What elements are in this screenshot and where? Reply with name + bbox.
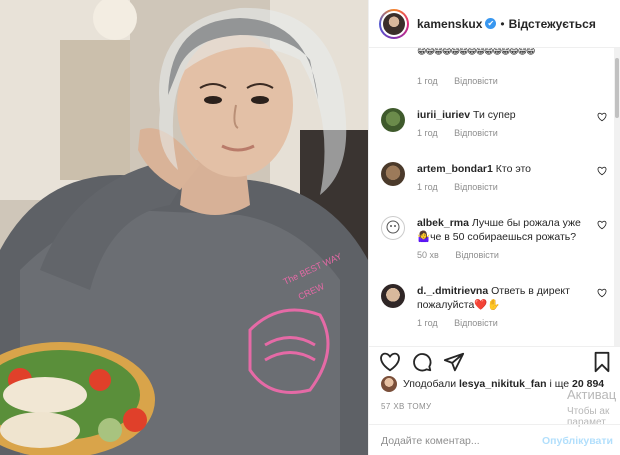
- comments-scrollbar[interactable]: [614, 48, 620, 346]
- reply-link[interactable]: Відповісти: [454, 128, 498, 138]
- post-actions: [369, 346, 620, 376]
- activation-watermark: Активац: [567, 386, 616, 404]
- comment-item: iurii_iuriev Ти супер 1 год Відповісти: [381, 108, 611, 138]
- comment-item: 😁😁😁😁😁😁😁😁😁😁😁😁😁😁 1 год Відповісти: [381, 48, 611, 86]
- reply-link[interactable]: Відповісти: [455, 250, 499, 260]
- watermark-line-2: Чтобы ак: [567, 406, 610, 417]
- author-avatar[interactable]: [379, 8, 409, 39]
- comment-time: 1 год: [417, 182, 438, 192]
- comment-meta: 1 год Відповісти: [417, 182, 611, 192]
- reply-link[interactable]: Відповісти: [454, 318, 498, 328]
- like-comment-heart-icon[interactable]: [597, 220, 607, 230]
- comment-meta: 50 хв Відповісти: [417, 250, 611, 260]
- comment-item: d._.dmitrievna Ответь в директ пожалуйст…: [381, 284, 611, 328]
- commenter-username[interactable]: albek_rma: [417, 217, 469, 229]
- post-timestamp[interactable]: 57 ХВ ТОМУ: [381, 402, 432, 411]
- comment-meta: 1 год Відповісти: [417, 76, 611, 86]
- comment-time: 1 год: [417, 128, 438, 138]
- commenter-username[interactable]: artem_bondar1: [417, 163, 493, 175]
- comment-text: albek_rma Лучше бы рожала уже 🤷‍♀️че в 5…: [417, 216, 611, 244]
- comment-time: 1 год: [417, 76, 438, 86]
- like-comment-heart-icon[interactable]: [597, 166, 607, 176]
- likes-prefix: Уподобали: [403, 378, 457, 390]
- photo-illustration: The BEST WAY CREW: [0, 0, 368, 455]
- commenter-avatar[interactable]: [381, 162, 405, 186]
- like-heart-icon[interactable]: [379, 351, 401, 373]
- watermark-line-1: Активац: [567, 387, 617, 402]
- author-username[interactable]: kamenskux: [417, 17, 482, 31]
- comments-list[interactable]: 😁😁😁😁😁😁😁😁😁😁😁😁😁😁 1 год Відповісти iurii_iu…: [369, 48, 620, 346]
- comment-message: Кто это: [495, 163, 532, 175]
- verified-badge-icon: ✔: [485, 18, 497, 29]
- comment-item: albek_rma Лучше бы рожала уже 🤷‍♀️че в 5…: [381, 216, 611, 260]
- commenter-avatar[interactable]: [381, 284, 405, 308]
- share-paper-plane-icon[interactable]: [443, 351, 465, 373]
- liker-avatar[interactable]: [381, 376, 397, 392]
- comment-time: 1 год: [417, 318, 438, 328]
- post-panel: kamenskux ✔ • Відстежується 😁😁😁😁😁😁😁😁😁😁😁😁…: [368, 0, 620, 455]
- reply-link[interactable]: Відповісти: [454, 182, 498, 192]
- like-comment-heart-icon[interactable]: [597, 288, 607, 298]
- post-photo[interactable]: The BEST WAY CREW: [0, 0, 368, 455]
- comment-bubble-icon[interactable]: [411, 351, 433, 373]
- comment-meta: 1 год Відповісти: [417, 318, 611, 328]
- reply-link[interactable]: Відповісти: [454, 76, 498, 86]
- comment-message: Ти супер: [473, 109, 516, 121]
- add-comment-bar: Додайте коментар... Опублікувати: [369, 424, 620, 455]
- publish-button[interactable]: Опублікувати: [542, 435, 613, 447]
- liker-username[interactable]: lesya_nikituk_fan: [459, 378, 547, 390]
- commenter-username[interactable]: iurii_iuriev: [417, 109, 470, 121]
- comment-text: d._.dmitrievna Ответь в директ пожалуйст…: [417, 284, 611, 312]
- commenter-avatar[interactable]: [381, 108, 405, 132]
- save-bookmark-icon[interactable]: [591, 351, 613, 373]
- comment-text: 😁😁😁😁😁😁😁😁😁😁😁😁😁😁: [417, 48, 535, 56]
- post-header: kamenskux ✔ • Відстежується: [369, 0, 620, 48]
- comment-item: artem_bondar1 Кто это 1 год Відповісти: [381, 162, 611, 192]
- separator-dot: •: [500, 16, 505, 31]
- scrollbar-thumb[interactable]: [615, 58, 619, 118]
- following-button[interactable]: Відстежується: [509, 17, 596, 31]
- commenter-username[interactable]: d._.dmitrievna: [417, 285, 488, 297]
- like-comment-heart-icon[interactable]: [597, 112, 607, 122]
- comment-time: 50 хв: [417, 250, 439, 260]
- add-comment-input[interactable]: Додайте коментар...: [381, 435, 480, 447]
- commenter-avatar[interactable]: [381, 216, 405, 240]
- comment-text: iurii_iuriev Ти супер: [417, 108, 611, 122]
- comment-meta: 1 год Відповісти: [417, 128, 611, 138]
- comment-text: artem_bondar1 Кто это: [417, 162, 611, 176]
